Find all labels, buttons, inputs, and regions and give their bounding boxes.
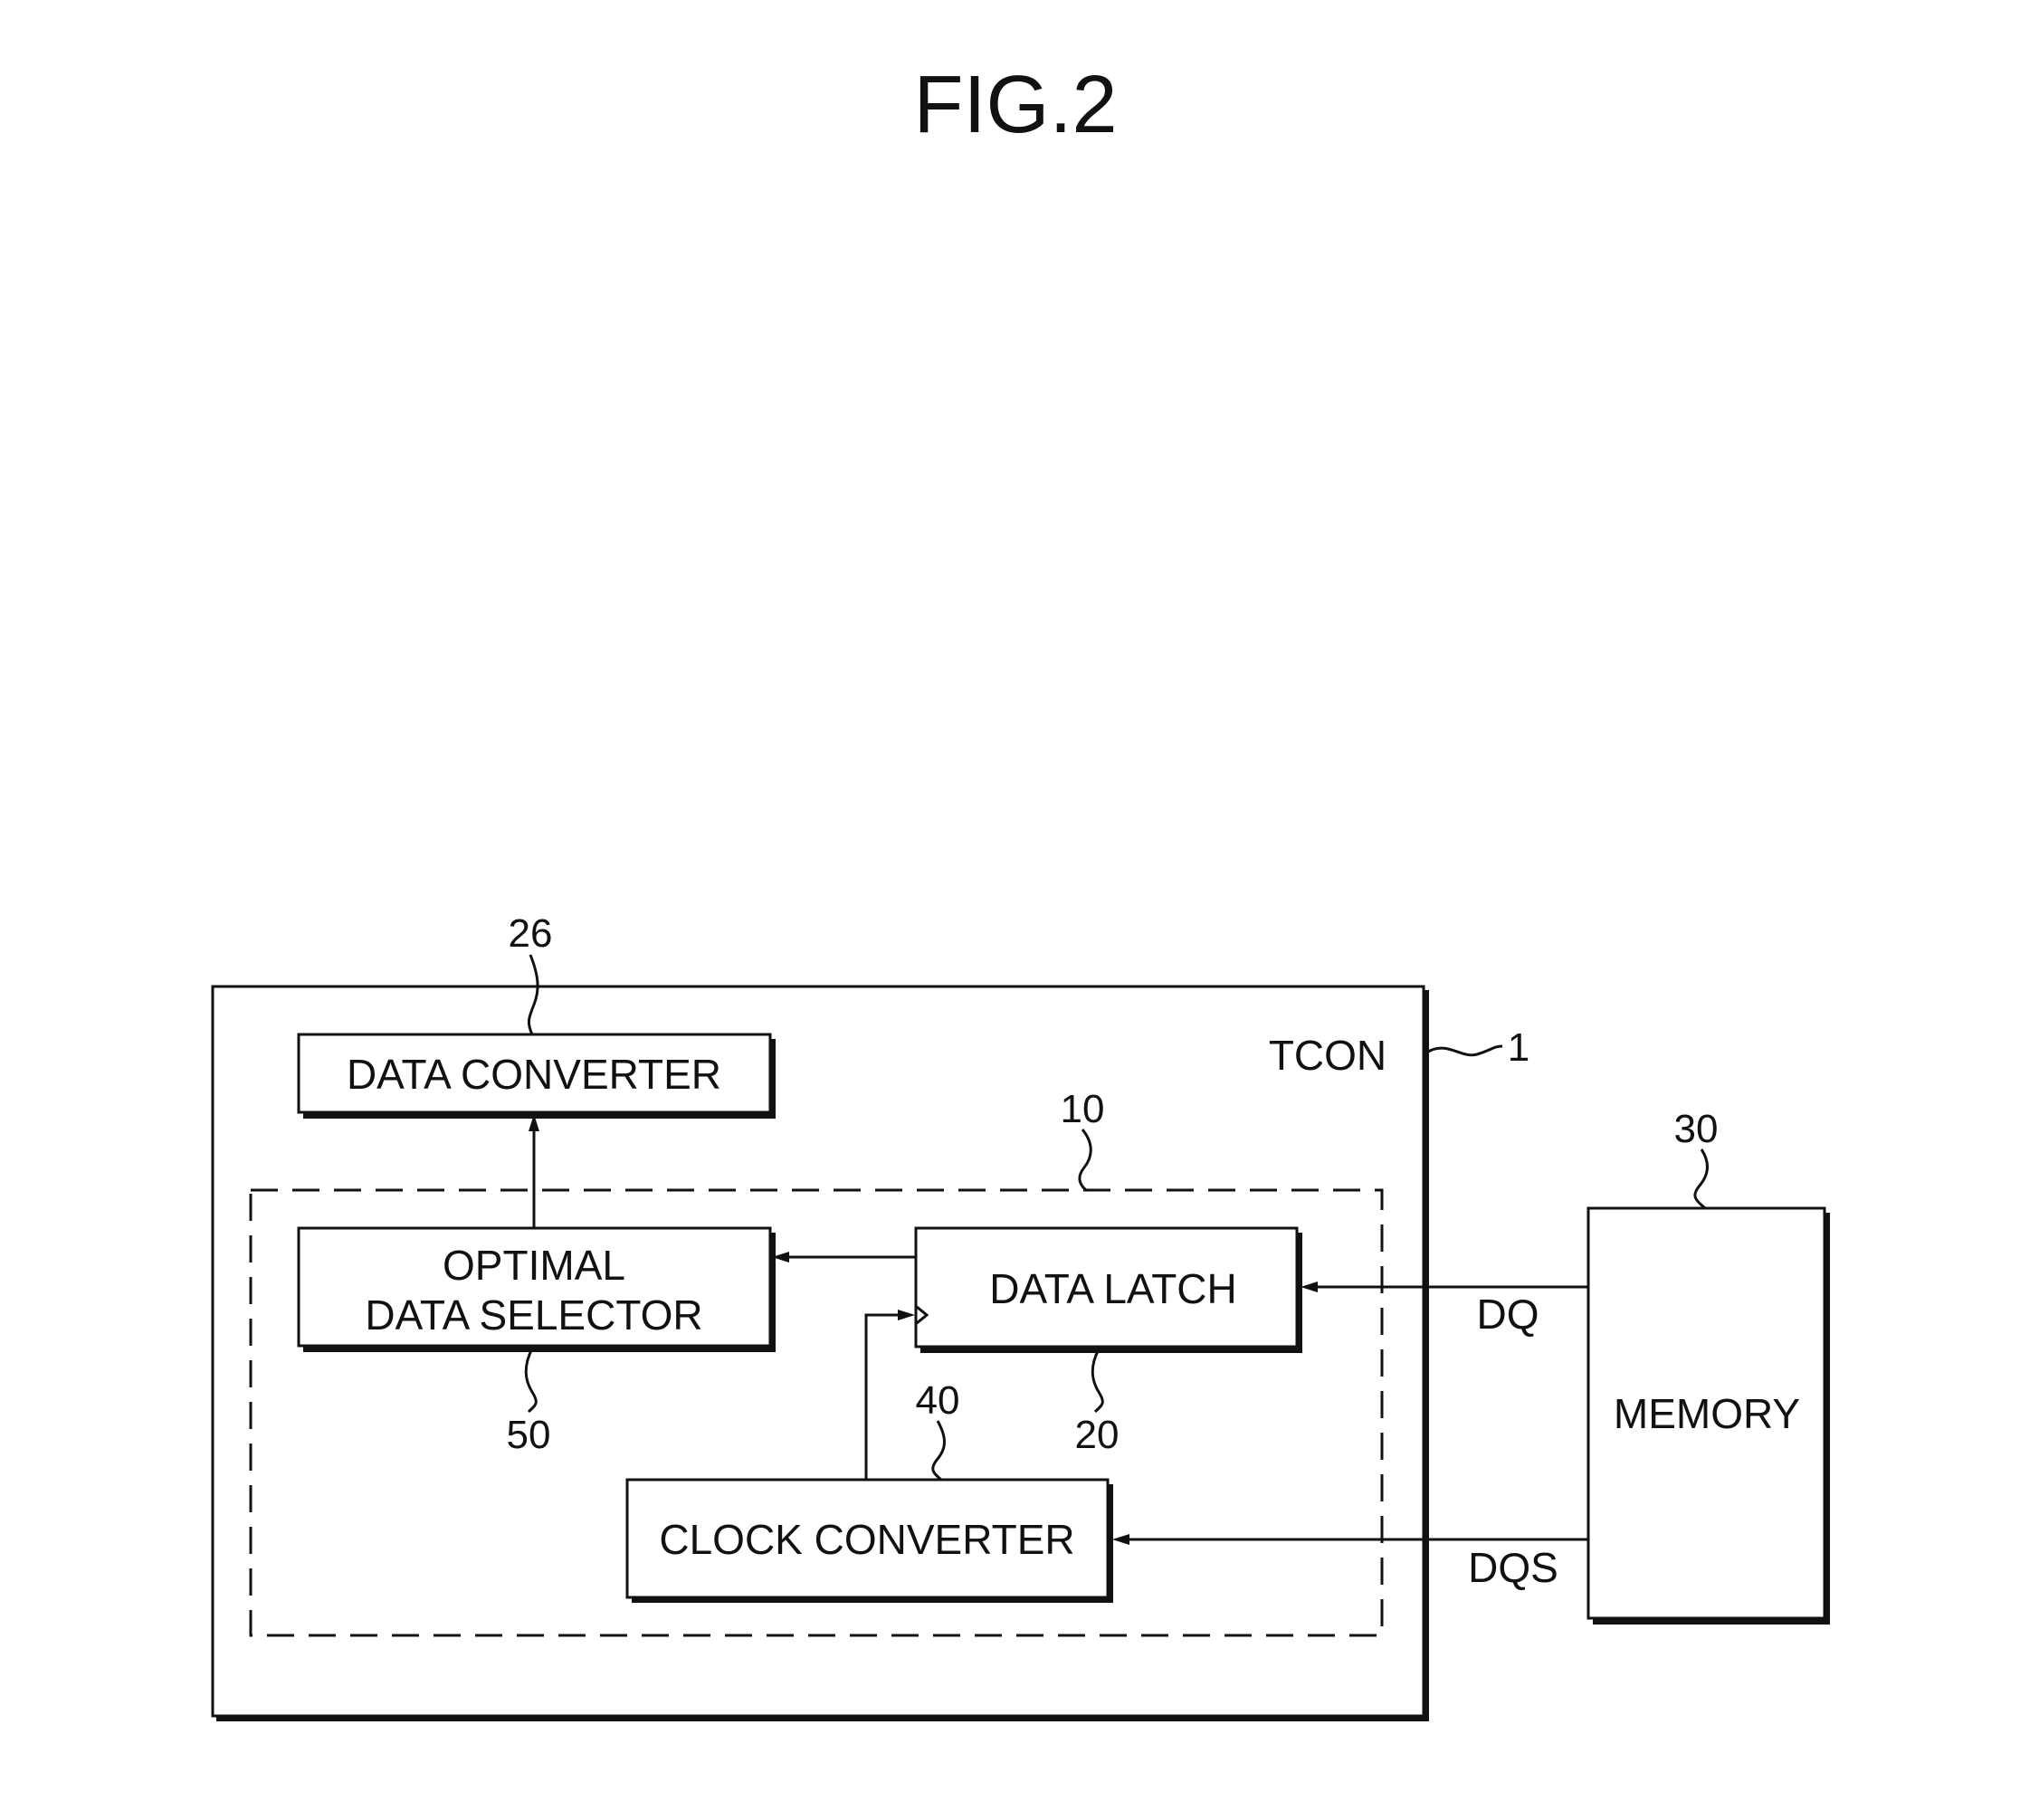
optimal-data-selector-ref: 50 bbox=[507, 1413, 551, 1457]
optimal-data-selector-label-line1: OPTIMAL bbox=[443, 1242, 625, 1289]
memory-block: MEMORY bbox=[1586, 1206, 1830, 1625]
optimal-data-selector-label-line2: DATA SELECTOR bbox=[365, 1291, 702, 1339]
data-converter-ref: 26 bbox=[509, 911, 553, 956]
data-latch-label: DATA LATCH bbox=[989, 1265, 1236, 1312]
memory-ref: 30 bbox=[1674, 1107, 1719, 1151]
tcon-ref-leader bbox=[1427, 1044, 1503, 1057]
data-latch-block: DATA LATCH bbox=[914, 1226, 1302, 1353]
data-latch-ref: 20 bbox=[1075, 1413, 1120, 1457]
clock-converter-ref: 40 bbox=[916, 1378, 960, 1423]
unit-ref: 10 bbox=[1061, 1087, 1105, 1131]
clock-converter-label: CLOCK CONVERTER bbox=[659, 1516, 1074, 1563]
block-diagram: FIG.2 TCON 1 10 DATA CONVERTER 26 OPTIMA… bbox=[211, 60, 1830, 1721]
tcon-label: TCON bbox=[1269, 1032, 1386, 1079]
dqs-signal-label: DQS bbox=[1468, 1544, 1558, 1591]
dq-signal-label: DQ bbox=[1477, 1291, 1539, 1338]
data-converter-label: DATA CONVERTER bbox=[347, 1051, 721, 1098]
tcon-ref: 1 bbox=[1508, 1025, 1529, 1070]
data-converter-block: DATA CONVERTER bbox=[297, 1033, 776, 1119]
memory-label: MEMORY bbox=[1614, 1390, 1800, 1437]
clock-converter-block: CLOCK CONVERTER bbox=[625, 1478, 1113, 1603]
figure-title: FIG.2 bbox=[913, 60, 1117, 150]
optimal-data-selector-block: OPTIMAL DATA SELECTOR bbox=[297, 1226, 776, 1352]
memory-ref-leader bbox=[1693, 1148, 1709, 1210]
